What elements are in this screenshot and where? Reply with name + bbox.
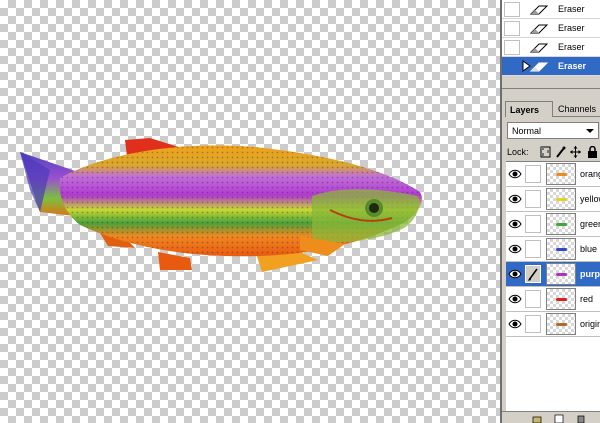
layer-thumbnail xyxy=(546,213,576,235)
eye-visibility-icon[interactable] xyxy=(508,268,522,280)
lock-row: Lock: xyxy=(507,146,600,160)
eraser-icon xyxy=(529,62,549,72)
layer-row-purple[interactable]: purple xyxy=(506,262,600,287)
layer-color-swatch xyxy=(556,198,567,201)
layer-row-red[interactable]: red xyxy=(506,287,600,312)
layer-link-box[interactable] xyxy=(525,165,541,183)
blend-mode-value: Normal xyxy=(512,126,542,136)
eye-visibility-icon[interactable] xyxy=(508,168,522,180)
layer-link-box[interactable] xyxy=(525,265,541,283)
chevron-down-icon xyxy=(586,129,594,133)
history-label: Eraser xyxy=(558,61,587,71)
layer-color-swatch xyxy=(556,223,567,226)
layers-panel: Layers Channels Normal Lock: orange yell… xyxy=(502,88,600,423)
eraser-icon xyxy=(529,43,549,53)
layer-color-swatch xyxy=(556,173,567,176)
history-brush-source[interactable] xyxy=(504,59,520,74)
eye-visibility-icon[interactable] xyxy=(508,318,522,330)
tab-layers[interactable]: Layers xyxy=(505,101,553,117)
lock-image-brush-icon[interactable] xyxy=(555,146,566,158)
eye-visibility-icon[interactable] xyxy=(508,293,522,305)
layer-name[interactable]: orange xyxy=(580,169,600,179)
tab-channels[interactable]: Channels xyxy=(554,101,600,117)
layer-thumbnail xyxy=(546,163,576,185)
history-state-current[interactable]: Eraser xyxy=(502,57,600,76)
history-brush-source[interactable] xyxy=(504,21,520,36)
layer-name[interactable]: original xyxy=(580,319,600,329)
history-state[interactable]: Eraser xyxy=(502,19,600,38)
eye-visibility-icon[interactable] xyxy=(508,218,522,230)
layers-panel-footer xyxy=(502,411,600,423)
new-group-icon[interactable] xyxy=(532,414,542,423)
layer-link-box[interactable] xyxy=(525,215,541,233)
layer-name[interactable]: green xyxy=(580,219,600,229)
layer-link-box[interactable] xyxy=(525,190,541,208)
lock-all-icon[interactable] xyxy=(587,146,598,158)
eye-visibility-icon[interactable] xyxy=(508,193,522,205)
history-label: Eraser xyxy=(558,42,585,52)
history-panel: Eraser Eraser Eraser Eraser xyxy=(502,0,600,76)
layer-thumbnail xyxy=(546,263,576,285)
tab-underline xyxy=(553,116,600,117)
layer-name[interactable]: purple xyxy=(580,269,600,279)
layer-name[interactable]: yellow xyxy=(580,194,600,204)
eye-visibility-icon[interactable] xyxy=(508,243,522,255)
layers-list: orange yellow green blue purple xyxy=(506,161,600,411)
history-label: Eraser xyxy=(558,4,585,14)
new-layer-icon[interactable] xyxy=(554,414,564,423)
layer-name[interactable]: red xyxy=(580,294,600,304)
eraser-icon xyxy=(529,5,549,15)
layer-thumbnail xyxy=(546,238,576,260)
lock-transparency-icon[interactable] xyxy=(540,146,551,158)
document-canvas[interactable] xyxy=(0,0,500,423)
history-state[interactable]: Eraser xyxy=(502,0,600,19)
layer-link-box[interactable] xyxy=(525,240,541,258)
layer-thumbnail xyxy=(546,313,576,335)
blend-mode-select[interactable]: Normal xyxy=(507,122,599,139)
layer-color-swatch xyxy=(556,248,567,251)
layer-link-box[interactable] xyxy=(525,315,541,333)
layer-row-original[interactable]: original xyxy=(506,312,600,337)
brush-icon xyxy=(528,268,538,281)
eraser-icon xyxy=(529,24,549,34)
panel-tabs: Layers Channels xyxy=(502,101,600,117)
layer-row-green[interactable]: green xyxy=(506,212,600,237)
layer-thumbnail xyxy=(546,288,576,310)
layer-thumbnail xyxy=(546,188,576,210)
history-label: Eraser xyxy=(558,23,585,33)
rainbow-fish-image xyxy=(20,138,422,272)
history-brush-source[interactable] xyxy=(504,2,520,17)
lock-label: Lock: xyxy=(507,147,529,157)
layer-name[interactable]: blue xyxy=(580,244,600,254)
layer-color-swatch xyxy=(556,298,567,301)
layer-color-swatch xyxy=(556,273,567,276)
layer-row-yellow[interactable]: yellow xyxy=(506,187,600,212)
layer-row-orange[interactable]: orange xyxy=(506,162,600,187)
delete-layer-icon[interactable] xyxy=(576,414,586,423)
layer-row-blue[interactable]: blue xyxy=(506,237,600,262)
lock-position-move-icon[interactable] xyxy=(570,146,581,158)
layer-color-swatch xyxy=(556,323,567,326)
layer-link-box[interactable] xyxy=(525,290,541,308)
history-state[interactable]: Eraser xyxy=(502,38,600,57)
history-brush-source[interactable] xyxy=(504,40,520,55)
